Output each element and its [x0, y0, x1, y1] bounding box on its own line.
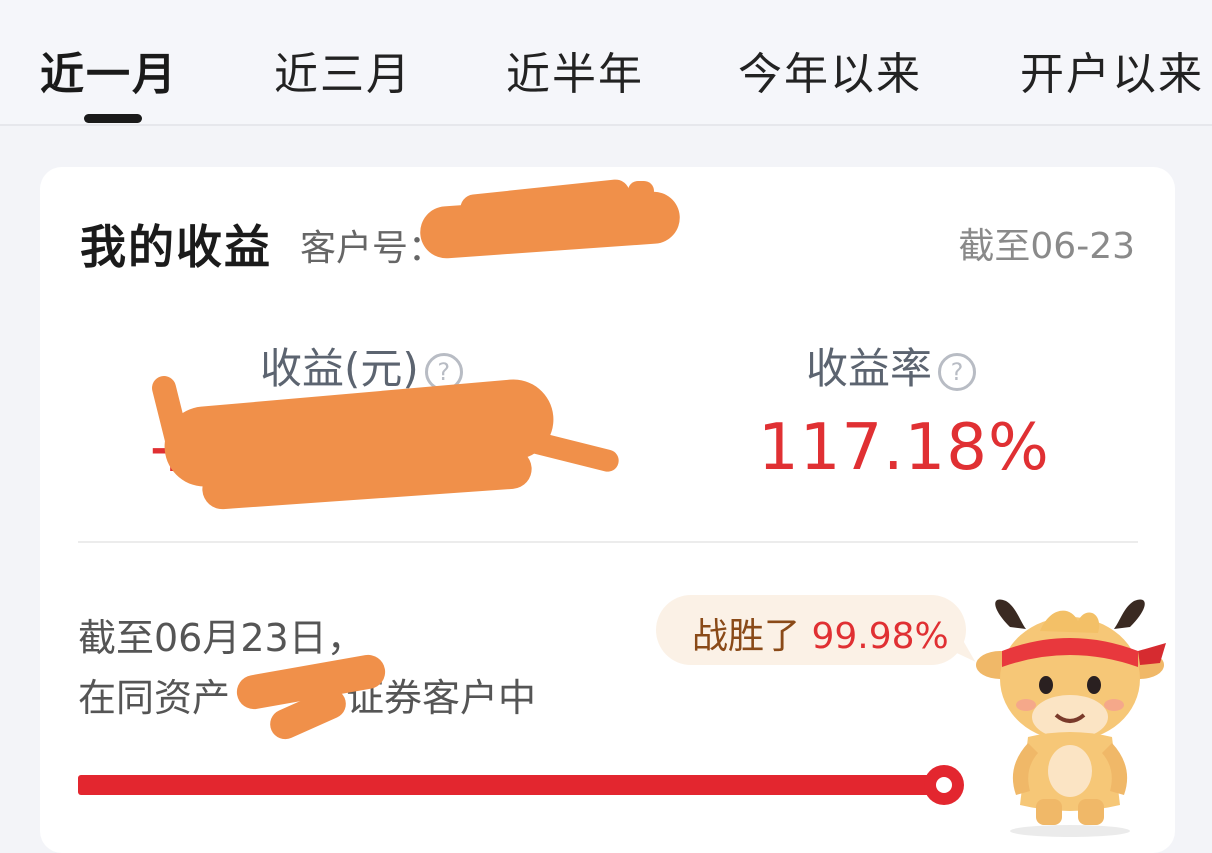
beat-percentage-bubble: 战胜了 99.98% — [656, 595, 966, 665]
rank-progress-bar — [78, 765, 964, 805]
rank-peer-prefix: 在同资产 — [78, 676, 231, 720]
earnings-label-text: 收益(元) — [260, 344, 419, 393]
period-tab-bar: 近一月 近三月 近半年 今年以来 开户以来 — [0, 0, 1212, 126]
tab-half-year[interactable]: 近半年 — [506, 38, 644, 102]
active-tab-indicator — [84, 114, 142, 123]
tab-3-months[interactable]: 近三月 — [274, 38, 412, 102]
return-rate-label-text: 收益率 — [806, 344, 933, 393]
return-rate-label: 收益率? — [806, 335, 977, 396]
rank-date-line: 截至06月23日， — [78, 616, 365, 660]
redaction-customer-id-dot — [628, 181, 654, 201]
rank-progress-fill — [78, 775, 944, 795]
tab-1-month[interactable]: 近一月 — [40, 38, 178, 102]
return-rate-value: 117.18% — [758, 411, 1050, 485]
tab-year-to-date[interactable]: 今年以来 — [738, 38, 922, 102]
card-title: 我的收益 — [80, 220, 272, 274]
earnings-card: 我的收益 客户号： 截至06-23 收益(元)? + 收益率? 117.18% … — [40, 167, 1175, 853]
beat-prefix: 战胜了 — [692, 616, 812, 657]
section-divider — [78, 541, 1138, 543]
as-of-date: 截至06-23 — [958, 226, 1135, 267]
tab-since-opening[interactable]: 开户以来 — [1020, 38, 1204, 102]
rank-progress-knob — [923, 765, 964, 805]
beat-percentage-text: 战胜了 99.98% — [692, 607, 949, 659]
question-circle-icon[interactable]: ? — [938, 352, 977, 391]
ox-mascot-icon — [976, 599, 1166, 837]
beat-value: 99.98% — [811, 616, 949, 657]
